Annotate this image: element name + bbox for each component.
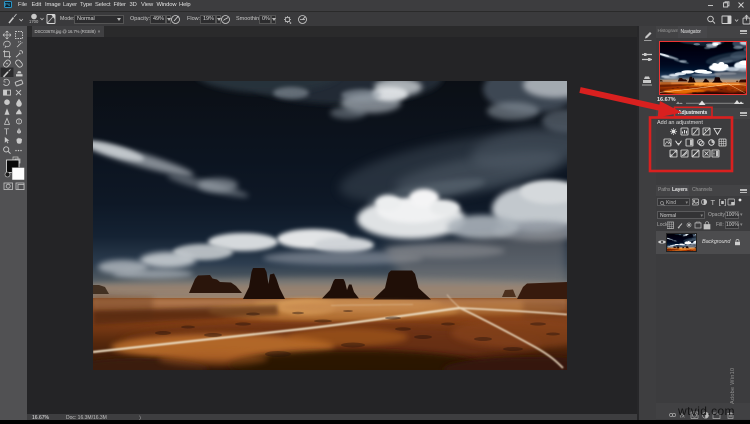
svg-text:1700: 1700 — [29, 19, 39, 24]
svg-text:T: T — [711, 198, 716, 207]
svg-text:T: T — [4, 127, 9, 137]
